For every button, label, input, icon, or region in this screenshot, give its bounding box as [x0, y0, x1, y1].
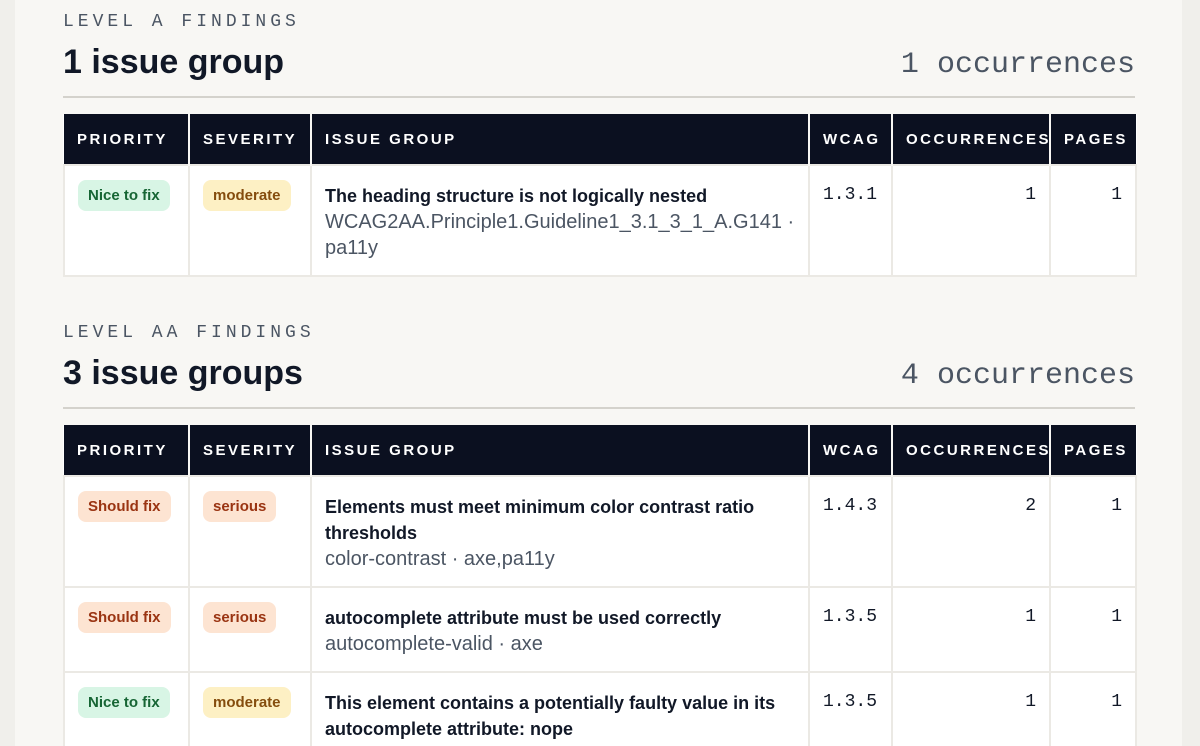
severity-badge: serious	[203, 491, 277, 522]
issue-title[interactable]: The heading structure is not logically n…	[325, 183, 795, 209]
column-header-pages[interactable]: PAGES	[1050, 425, 1136, 476]
occurrences-value: 2	[1025, 496, 1036, 516]
wcag-ref: 1.3.5	[823, 607, 878, 627]
column-header-priority[interactable]: PRIORITY	[64, 114, 190, 165]
column-header-occurrences[interactable]: OCCURRENCES	[892, 114, 1051, 165]
section-title: 1 issue group	[63, 43, 285, 81]
findings-table: PRIORITY SEVERITY ISSUE GROUP WCAG OCCUR…	[63, 114, 1137, 277]
severity-badge: moderate	[203, 180, 291, 211]
severity-badge: serious	[203, 602, 277, 633]
table-header-row: PRIORITY SEVERITY ISSUE GROUP WCAG OCCUR…	[64, 425, 1136, 476]
table-row[interactable]: Nice to fix moderate The heading structu…	[63, 164, 1137, 277]
occurrences-value: 1	[1025, 185, 1036, 205]
wcag-ref: 1.3.5	[823, 692, 878, 712]
section-heading-row: 1 issue group 1 occurrences	[63, 43, 1135, 98]
level-aa-section: LEVEL AA FINDINGS 3 issue groups 4 occur…	[63, 323, 1137, 746]
column-header-pages[interactable]: PAGES	[1050, 114, 1136, 165]
column-header-priority[interactable]: PRIORITY	[64, 425, 190, 476]
pages-value: 1	[1111, 496, 1122, 516]
occurrence-number: 4	[900, 359, 919, 393]
findings-table: PRIORITY SEVERITY ISSUE GROUP WCAG OCCUR…	[63, 425, 1137, 746]
priority-badge: Nice to fix	[78, 180, 170, 211]
report-page: LEVEL A FINDINGS 1 issue group 1 occurre…	[15, 0, 1182, 746]
section-title: 3 issue groups	[63, 354, 303, 392]
issue-meta: color-contrast · axe,pa11y	[325, 548, 555, 570]
wcag-ref: 1.4.3	[823, 496, 878, 516]
issue-title[interactable]: This element contains a potentially faul…	[325, 690, 795, 742]
pages-value: 1	[1111, 185, 1122, 205]
section-kicker: LEVEL AA FINDINGS	[63, 323, 315, 343]
column-header-wcag[interactable]: WCAG	[809, 425, 893, 476]
occurrence-label: occurrences	[936, 48, 1135, 82]
priority-badge: Should fix	[78, 491, 171, 522]
pages-value: 1	[1111, 607, 1122, 627]
column-header-issue-group[interactable]: ISSUE GROUP	[311, 425, 810, 476]
column-header-severity[interactable]: SEVERITY	[189, 114, 312, 165]
table-row[interactable]: Should fix serious Elements must meet mi…	[63, 475, 1137, 588]
occurrence-label: occurrences	[936, 359, 1135, 393]
column-header-issue-group[interactable]: ISSUE GROUP	[311, 114, 810, 165]
occurrences-value: 1	[1025, 692, 1036, 712]
table-row[interactable]: Should fix serious autocomplete attribut…	[63, 586, 1137, 673]
wcag-ref: 1.3.1	[823, 185, 878, 205]
section-heading-row: 3 issue groups 4 occurrences	[63, 354, 1135, 409]
priority-badge: Should fix	[78, 602, 171, 633]
section-kicker: LEVEL A FINDINGS	[63, 12, 300, 32]
column-header-wcag[interactable]: WCAG	[809, 114, 893, 165]
column-header-severity[interactable]: SEVERITY	[189, 425, 312, 476]
severity-badge: moderate	[203, 687, 291, 718]
issue-title[interactable]: autocomplete attribute must be used corr…	[325, 605, 795, 631]
issue-meta: autocomplete-valid · axe	[325, 633, 543, 655]
level-a-section: LEVEL A FINDINGS 1 issue group 1 occurre…	[63, 12, 1137, 277]
pages-value: 1	[1111, 692, 1122, 712]
column-header-occurrences[interactable]: OCCURRENCES	[892, 425, 1051, 476]
table-header-row: PRIORITY SEVERITY ISSUE GROUP WCAG OCCUR…	[64, 114, 1136, 165]
occurrences-value: 1	[1025, 607, 1036, 627]
occurrence-count: 4 occurrences	[901, 359, 1135, 407]
priority-badge: Nice to fix	[78, 687, 170, 718]
occurrence-number: 1	[900, 48, 919, 82]
issue-title[interactable]: Elements must meet minimum color contras…	[325, 494, 795, 546]
occurrence-count: 1 occurrences	[901, 48, 1135, 96]
issue-meta: WCAG2AA.Principle1.Guideline1_3.1_3_1_A.…	[325, 211, 795, 259]
table-row[interactable]: Nice to fix moderate This element contai…	[63, 671, 1137, 746]
